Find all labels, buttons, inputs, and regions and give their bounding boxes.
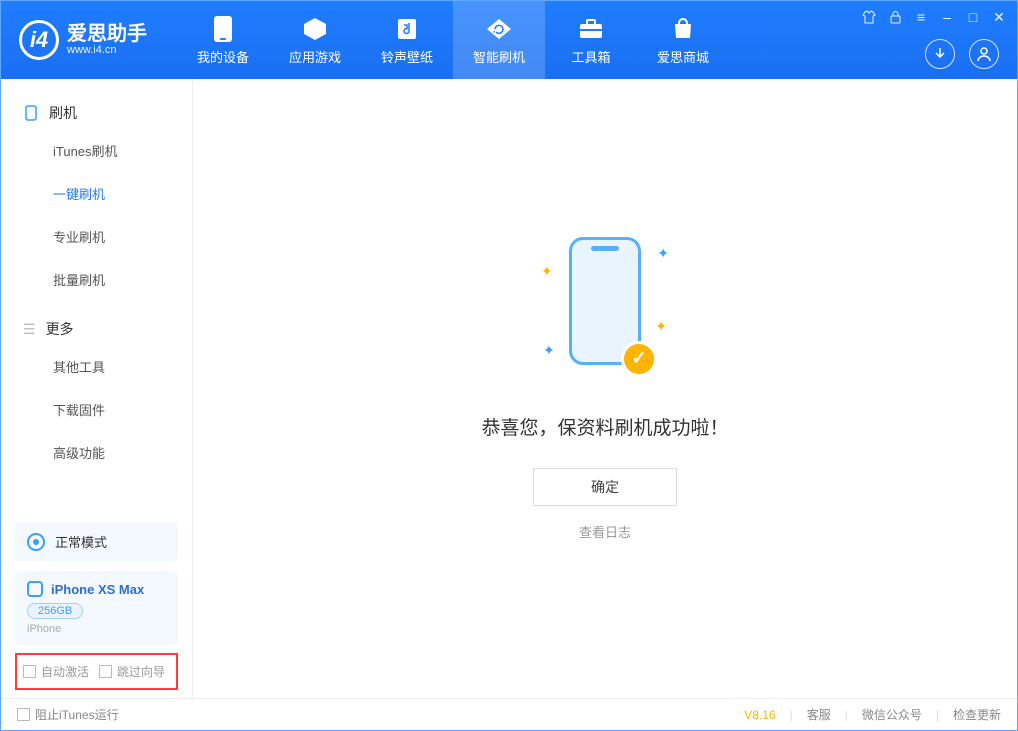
success-illustration: ✓ ✦ ✦ ✦ ✦	[545, 237, 665, 387]
sidebar-item-pro-flash[interactable]: 专业刷机	[53, 215, 192, 258]
checkbox-icon	[23, 665, 36, 678]
check-badge-icon: ✓	[621, 341, 657, 377]
nav-label: 应用游戏	[289, 47, 341, 66]
sidebar-item-advanced[interactable]: 高级功能	[53, 431, 192, 474]
device-icon	[209, 15, 237, 43]
titlebar-menu-icon[interactable]: ≡	[913, 9, 929, 25]
separator: |	[790, 708, 793, 722]
sidebar-item-oneclick-flash[interactable]: 一键刷机	[53, 172, 192, 215]
view-log-link[interactable]: 查看日志	[579, 522, 631, 541]
separator: |	[845, 708, 848, 722]
header-right	[925, 39, 999, 69]
sidebar-group-more[interactable]: ☰ 更多	[1, 313, 192, 345]
titlebar-controls: ≡ – □ ✕	[861, 9, 1007, 25]
app-title: 爱思助手	[67, 24, 147, 44]
device-icon	[27, 581, 43, 597]
titlebar-lock-icon[interactable]	[887, 9, 903, 25]
version-label: V8.16	[744, 708, 775, 722]
checkbox-block-itunes[interactable]: 阻止iTunes运行	[17, 706, 119, 723]
group-title: 更多	[46, 319, 74, 339]
logo-icon: i4	[19, 20, 59, 60]
bag-icon	[669, 15, 697, 43]
app-logo: i4 爱思助手 www.i4.cn	[19, 20, 147, 60]
sparkle-icon: ✦	[541, 263, 553, 280]
titlebar-shirt-icon[interactable]	[861, 9, 877, 25]
account-button[interactable]	[969, 39, 999, 69]
device-type: iPhone	[27, 623, 166, 635]
cube-icon	[301, 15, 329, 43]
menu-icon: ☰	[23, 321, 36, 338]
checkbox-skip-wizard[interactable]: 跳过向导	[99, 663, 165, 680]
mode-card[interactable]: 正常模式	[15, 522, 178, 561]
device-capacity: 256GB	[27, 603, 83, 619]
success-message: 恭喜您，保资料刷机成功啦！	[481, 413, 728, 440]
sparkle-icon: ✦	[657, 245, 669, 262]
sidebar-item-other-tools[interactable]: 其他工具	[53, 345, 192, 388]
nav-flash[interactable]: 智能刷机	[453, 1, 545, 79]
phone-icon	[23, 105, 39, 121]
status-bar: 阻止iTunes运行 V8.16 | 客服 | 微信公众号 | 检查更新	[1, 698, 1017, 730]
device-card[interactable]: iPhone XS Max 256GB iPhone	[15, 571, 178, 645]
sidebar-group-flash[interactable]: 刷机	[1, 97, 192, 129]
titlebar-minimize-icon[interactable]: –	[939, 9, 955, 25]
titlebar-maximize-icon[interactable]: □	[965, 9, 981, 25]
app-header: i4 爱思助手 www.i4.cn 我的设备 应用游戏 铃声壁纸 智能刷机 工具…	[1, 1, 1017, 79]
device-name: iPhone XS Max	[51, 582, 144, 597]
ok-button[interactable]: 确定	[533, 468, 677, 506]
sparkle-icon: ✦	[543, 342, 555, 359]
nav-label: 铃声壁纸	[381, 47, 433, 66]
checkbox-label: 阻止iTunes运行	[35, 706, 119, 723]
nav-label: 智能刷机	[473, 47, 525, 66]
separator: |	[936, 708, 939, 722]
nav-ringtones[interactable]: 铃声壁纸	[361, 1, 453, 79]
app-subtitle: www.i4.cn	[67, 44, 147, 56]
wechat-link[interactable]: 微信公众号	[862, 706, 922, 723]
checkbox-auto-activate[interactable]: 自动激活	[23, 663, 89, 680]
sidebar-item-download-firmware[interactable]: 下载固件	[53, 388, 192, 431]
mode-icon	[27, 533, 45, 551]
titlebar-close-icon[interactable]: ✕	[991, 9, 1007, 25]
main-content: ✓ ✦ ✦ ✦ ✦ 恭喜您，保资料刷机成功啦！ 确定 查看日志	[193, 79, 1017, 698]
nav-label: 我的设备	[197, 47, 249, 66]
sidebar-item-itunes-flash[interactable]: iTunes刷机	[53, 129, 192, 172]
nav-store[interactable]: 爱思商城	[637, 1, 729, 79]
sparkle-icon: ✦	[655, 318, 667, 335]
music-icon	[393, 15, 421, 43]
checkbox-label: 跳过向导	[117, 663, 165, 680]
checkbox-icon	[99, 665, 112, 678]
mode-label: 正常模式	[55, 532, 107, 551]
nav-apps-games[interactable]: 应用游戏	[269, 1, 361, 79]
checkbox-label: 自动激活	[41, 663, 89, 680]
nav-label: 爱思商城	[657, 47, 709, 66]
support-link[interactable]: 客服	[807, 706, 831, 723]
nav-label: 工具箱	[571, 47, 610, 66]
update-link[interactable]: 检查更新	[953, 706, 1001, 723]
main-nav: 我的设备 应用游戏 铃声壁纸 智能刷机 工具箱 爱思商城	[177, 1, 729, 79]
toolbox-icon	[577, 15, 605, 43]
refresh-icon	[485, 15, 513, 43]
options-highlighted-box: 自动激活 跳过向导	[15, 653, 178, 690]
sidebar: 刷机 iTunes刷机 一键刷机 专业刷机 批量刷机 ☰ 更多 其他工具 下载固…	[1, 79, 193, 698]
group-title: 刷机	[49, 103, 77, 123]
nav-my-device[interactable]: 我的设备	[177, 1, 269, 79]
checkbox-icon	[17, 708, 30, 721]
download-button[interactable]	[925, 39, 955, 69]
sidebar-item-batch-flash[interactable]: 批量刷机	[53, 258, 192, 301]
nav-toolbox[interactable]: 工具箱	[545, 1, 637, 79]
